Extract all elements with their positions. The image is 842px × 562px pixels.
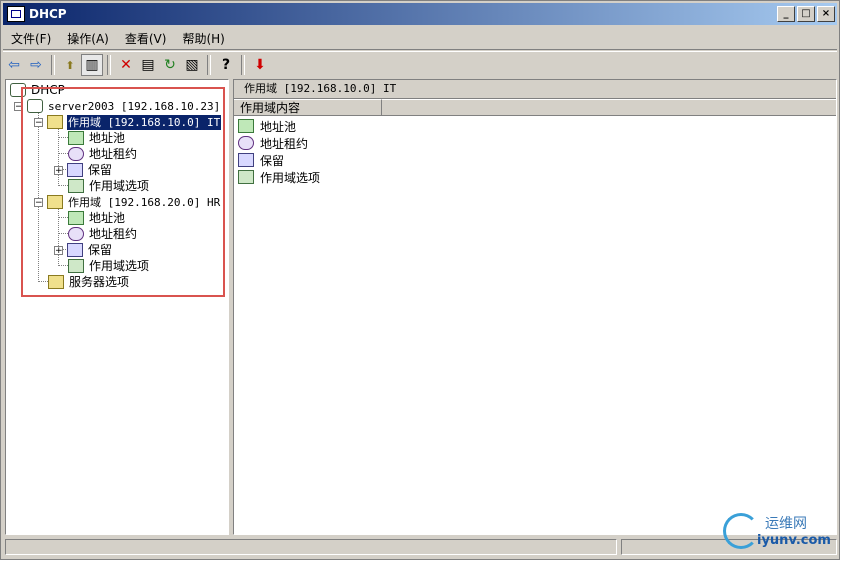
reservation-icon — [238, 153, 254, 167]
list-item-address-pool[interactable]: 地址池 — [238, 118, 296, 134]
collapse-icon[interactable]: − — [34, 117, 43, 127]
address-pool-icon — [238, 119, 254, 133]
toolbar: ⇦ ⇨ ⬆ ▥ ✕ ▤ ↻ ▧ ? ⬇ — [3, 51, 837, 78]
tree-node-scope-options[interactable]: 作用域选项 — [68, 178, 150, 194]
tree-node-server[interactable]: − server2003 [192.168.10.23] — [14, 98, 221, 114]
delete-icon[interactable]: ✕ — [115, 54, 137, 76]
toolbar-separator — [241, 55, 245, 75]
stop-service-icon[interactable]: ⬇ — [249, 54, 271, 76]
dhcp-window: DHCP _ □ × 文件(F) 操作(A) 查看(V) 帮助(H) ⇦ ⇨ ⬆… — [0, 0, 840, 560]
tree-node-address-pool[interactable]: 地址池 — [68, 210, 126, 226]
tree-line — [58, 265, 68, 266]
refresh-icon[interactable]: ↻ — [159, 54, 181, 76]
properties-icon[interactable]: ▤ — [137, 54, 159, 76]
up-folder-icon[interactable]: ⬆ — [59, 54, 81, 76]
folder-icon — [48, 275, 64, 289]
list-header: 作用域内容 — [234, 99, 836, 116]
folder-icon — [47, 195, 63, 209]
tree-node-reservations[interactable]: + 保留 — [54, 162, 113, 178]
address-lease-icon — [68, 147, 84, 161]
export-list-icon[interactable]: ▧ — [181, 54, 203, 76]
toolbar-separator — [51, 55, 55, 75]
column-header-empty — [382, 99, 836, 115]
tree-node-reservations[interactable]: + 保留 — [54, 242, 113, 258]
close-button[interactable]: × — [817, 6, 835, 22]
address-pool-icon — [68, 131, 84, 145]
show-hide-tree-icon[interactable]: ▥ — [81, 54, 103, 76]
back-arrow-icon[interactable]: ⇦ — [3, 54, 25, 76]
watermark-ring-icon — [723, 513, 759, 549]
expand-icon[interactable]: + — [54, 165, 63, 175]
tree-node-address-leases[interactable]: 地址租约 — [68, 146, 138, 162]
collapse-icon[interactable]: − — [34, 197, 43, 207]
tree-line — [58, 185, 68, 186]
status-segment-main — [5, 539, 617, 555]
menu-view[interactable]: 查看(V) — [117, 30, 175, 47]
tree-line — [58, 233, 68, 234]
scope-options-icon — [68, 179, 84, 193]
forward-arrow-icon[interactable]: ⇨ — [25, 54, 47, 76]
scope-options-icon — [68, 259, 84, 273]
tree-line — [58, 153, 68, 154]
status-bar — [5, 539, 837, 557]
tree-line — [58, 217, 68, 218]
address-lease-icon — [68, 227, 84, 241]
address-pool-icon — [68, 211, 84, 225]
server-icon — [27, 99, 43, 113]
open-folder-icon — [47, 115, 63, 129]
list-item-address-leases[interactable]: 地址租约 — [238, 135, 308, 151]
tree-pane[interactable]: DHCP − server2003 [192.168.10.23] − 作用域 … — [5, 79, 229, 535]
help-icon[interactable]: ? — [215, 54, 237, 76]
title-bar[interactable]: DHCP _ □ × — [3, 3, 837, 25]
menu-action[interactable]: 操作(A) — [59, 30, 117, 47]
details-pane[interactable]: 作用域 [192.168.10.0] IT 作用域内容 地址池 地址租约 保留 … — [233, 79, 837, 535]
reservation-icon — [67, 163, 83, 177]
dhcp-root-icon — [10, 83, 26, 97]
tree-node-scope-hr[interactable]: − 作用域 [192.168.20.0] HR — [34, 194, 221, 210]
toolbar-separator — [207, 55, 211, 75]
column-header-scope-contents[interactable]: 作用域内容 — [234, 99, 382, 115]
list-item-reservations[interactable]: 保留 — [238, 152, 284, 168]
menu-bar: 文件(F) 操作(A) 查看(V) 帮助(H) — [3, 27, 837, 50]
tree-node-dhcp[interactable]: DHCP — [10, 82, 66, 98]
collapse-icon[interactable]: − — [14, 101, 23, 111]
toolbar-separator — [107, 55, 111, 75]
tree-node-server-options[interactable]: 服务器选项 — [48, 274, 130, 290]
tree-node-address-leases[interactable]: 地址租约 — [68, 226, 138, 242]
tree-line — [38, 281, 48, 282]
menu-help[interactable]: 帮助(H) — [174, 30, 232, 47]
expand-icon[interactable]: + — [54, 245, 63, 255]
tree-node-address-pool[interactable]: 地址池 — [68, 130, 126, 146]
maximize-button[interactable]: □ — [797, 6, 815, 22]
list-item-scope-options[interactable]: 作用域选项 — [238, 169, 320, 185]
reservation-icon — [67, 243, 83, 257]
tree-line — [58, 137, 68, 138]
scope-options-icon — [238, 170, 254, 184]
tree-node-scope-it[interactable]: − 作用域 [192.168.10.0] IT — [34, 113, 223, 131]
dhcp-app-icon — [7, 6, 25, 22]
address-lease-icon — [238, 136, 254, 150]
window-title: DHCP — [29, 7, 67, 21]
watermark-logo: 运维网 iyunv.com — [723, 511, 833, 553]
tree-node-scope-options[interactable]: 作用域选项 — [68, 258, 150, 274]
menu-file[interactable]: 文件(F) — [3, 30, 59, 47]
details-title: 作用域 [192.168.10.0] IT — [234, 80, 836, 99]
minimize-button[interactable]: _ — [777, 6, 795, 22]
